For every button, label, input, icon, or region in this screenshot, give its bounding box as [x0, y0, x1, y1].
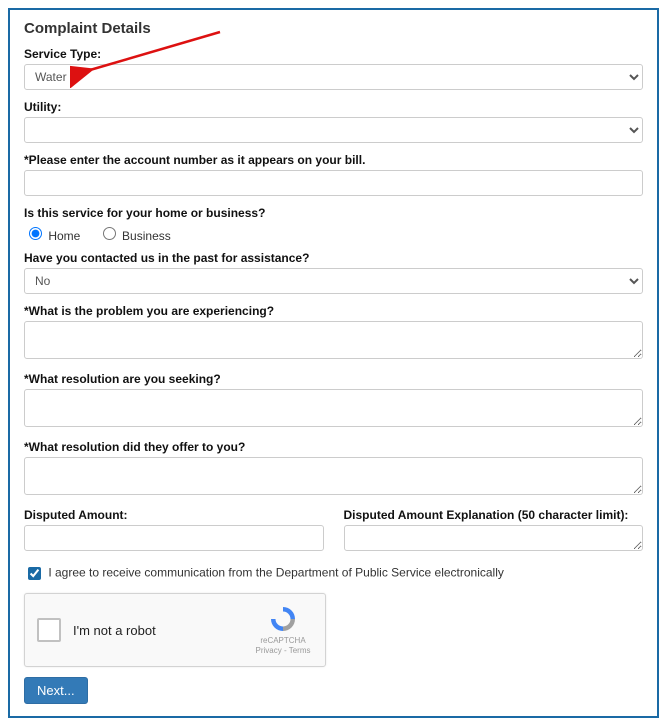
consent-checkbox[interactable]	[28, 567, 41, 580]
past-contact-select[interactable]: No	[24, 268, 643, 294]
disputed-amount-input[interactable]	[24, 525, 324, 551]
complaint-details-panel: Complaint Details Service Type: Water Ut…	[8, 8, 659, 718]
business-radio-text: Business	[122, 229, 171, 243]
panel-title: Complaint Details	[24, 20, 643, 37]
business-radio[interactable]	[103, 227, 116, 240]
disputed-explanation-textarea[interactable]	[344, 525, 644, 551]
consent-row: I agree to receive communication from th…	[24, 564, 643, 583]
problem-label: *What is the problem you are experiencin…	[24, 304, 643, 318]
resolution-seeking-label: *What resolution are you seeking?	[24, 372, 643, 386]
utility-select[interactable]	[24, 117, 643, 143]
resolution-offered-textarea[interactable]	[24, 457, 643, 495]
recaptcha-badge: reCAPTCHA Privacy - Terms	[253, 604, 313, 655]
problem-textarea[interactable]	[24, 321, 643, 359]
past-contact-label: Have you contacted us in the past for as…	[24, 251, 643, 265]
service-type-select[interactable]: Water	[24, 64, 643, 90]
resolution-offered-label: *What resolution did they offer to you?	[24, 440, 643, 454]
recaptcha-text: I'm not a robot	[73, 623, 253, 638]
disputed-amount-label: Disputed Amount:	[24, 508, 324, 522]
recaptcha-widget[interactable]: I'm not a robot reCAPTCHA Privacy - Term…	[24, 593, 326, 667]
recaptcha-icon	[268, 604, 298, 634]
home-business-label: Is this service for your home or busines…	[24, 206, 643, 220]
recaptcha-badge-title: reCAPTCHA	[253, 636, 313, 646]
next-button[interactable]: Next...	[24, 677, 88, 704]
service-type-label: Service Type:	[24, 47, 643, 61]
business-radio-label[interactable]: Business	[98, 229, 171, 243]
consent-label: I agree to receive communication from th…	[48, 566, 504, 580]
resolution-seeking-textarea[interactable]	[24, 389, 643, 427]
home-radio-text: Home	[48, 229, 80, 243]
recaptcha-badge-links: Privacy - Terms	[253, 646, 313, 656]
home-radio-label[interactable]: Home	[24, 229, 84, 243]
account-number-label: *Please enter the account number as it a…	[24, 153, 643, 167]
disputed-explanation-label: Disputed Amount Explanation (50 characte…	[344, 508, 644, 522]
utility-label: Utility:	[24, 100, 643, 114]
account-number-input[interactable]	[24, 170, 643, 196]
home-radio[interactable]	[29, 227, 42, 240]
